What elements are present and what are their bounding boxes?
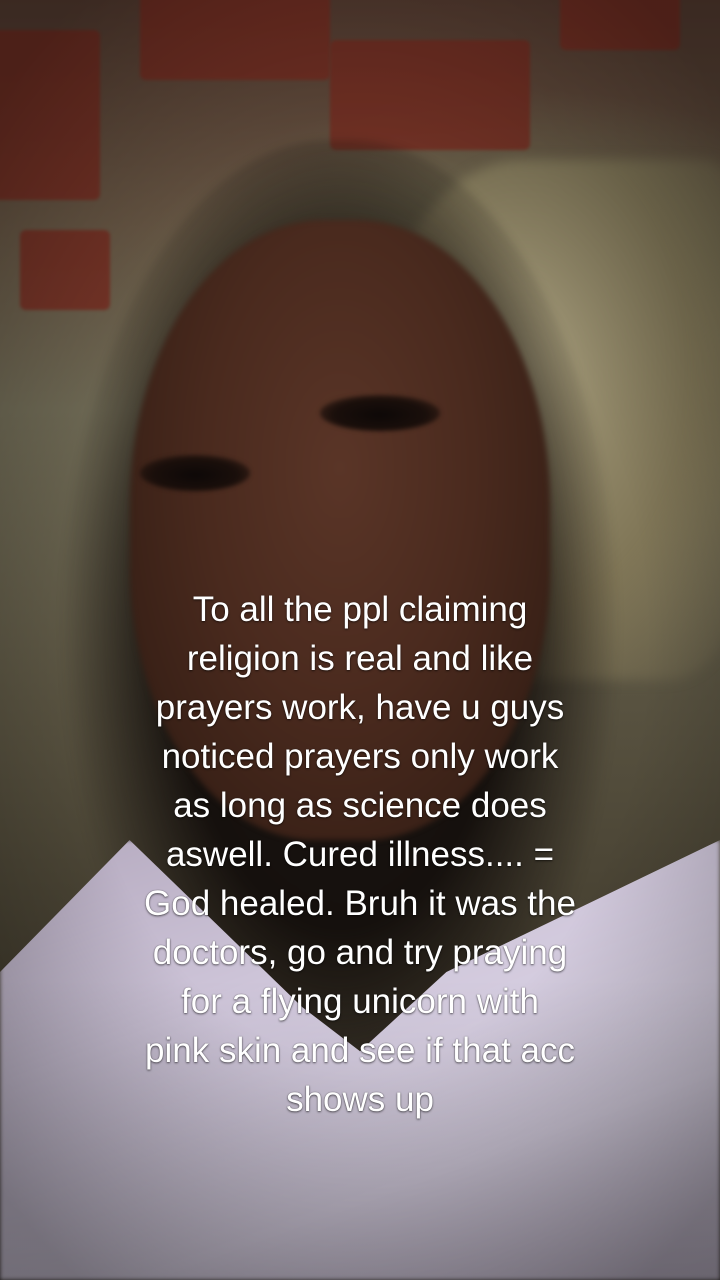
brick-wall-detail [560, 0, 680, 50]
brick-wall-detail [140, 0, 330, 80]
caption-text: To all the ppl claiming religion is real… [144, 590, 576, 1119]
video-frame[interactable]: To all the ppl claiming religion is real… [0, 0, 720, 1280]
right-eye [320, 395, 440, 431]
brick-wall-detail [20, 230, 110, 310]
brick-wall-detail [0, 30, 100, 200]
brick-wall-detail [330, 40, 530, 150]
left-eye [140, 455, 250, 491]
